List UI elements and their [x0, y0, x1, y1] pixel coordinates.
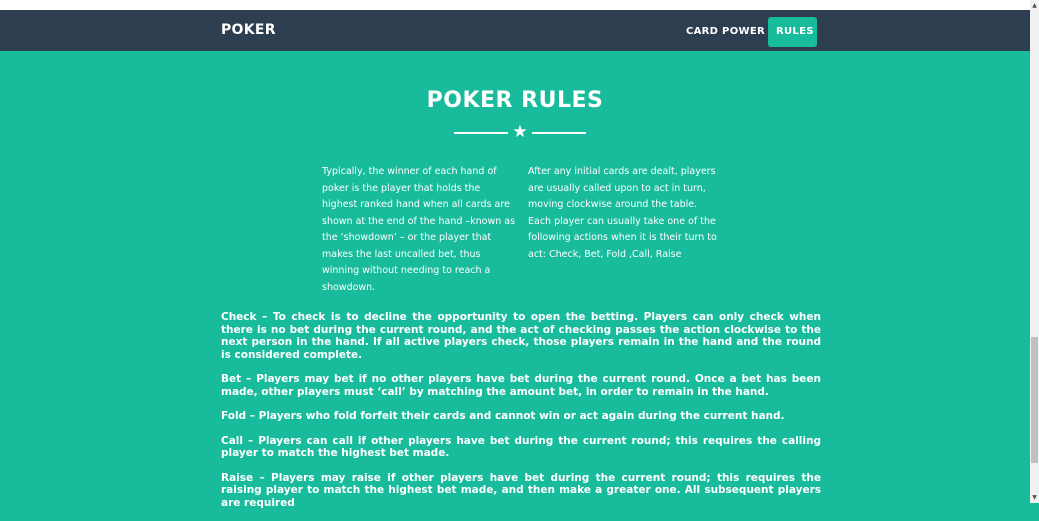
rule-call: Call – Players can call if other players…: [221, 434, 821, 460]
navbar: POKER CARD POWER RULES: [0, 10, 1030, 51]
scroll-up-icon[interactable]: ▲: [1031, 2, 1038, 9]
rule-bet: Bet – Players may bet if no other player…: [221, 373, 821, 398]
brand-link[interactable]: POKER: [221, 22, 276, 38]
rule-raise: Raise – Players may raise if other playe…: [221, 471, 821, 509]
nav-link-card-power[interactable]: CARD POWER: [678, 19, 773, 45]
scroll-down-icon[interactable]: ▼: [1031, 494, 1038, 501]
divider-line-right: [532, 132, 586, 134]
nav-link-rules[interactable]: RULES: [768, 17, 817, 47]
page-title: POKER RULES: [426, 88, 604, 113]
star-icon: ★: [512, 122, 528, 142]
vertical-scrollbar[interactable]: ▲ ▼: [1030, 0, 1039, 503]
divider-line-left: [454, 132, 508, 134]
intro-left-text: Typically, the winner of each hand of po…: [322, 166, 516, 293]
rule-fold: Fold – Players who fold forfeit their ca…: [221, 410, 785, 422]
rules-list: Check – To check is to decline the oppor…: [221, 311, 821, 521]
rule-check: Check – To check is to decline the oppor…: [221, 311, 821, 361]
window-top-strip: [0, 0, 1030, 10]
scrollbar-thumb[interactable]: [1031, 337, 1038, 463]
intro-right-text: After any initial cards are dealt, playe…: [528, 166, 717, 260]
title-divider: ★: [454, 122, 586, 142]
